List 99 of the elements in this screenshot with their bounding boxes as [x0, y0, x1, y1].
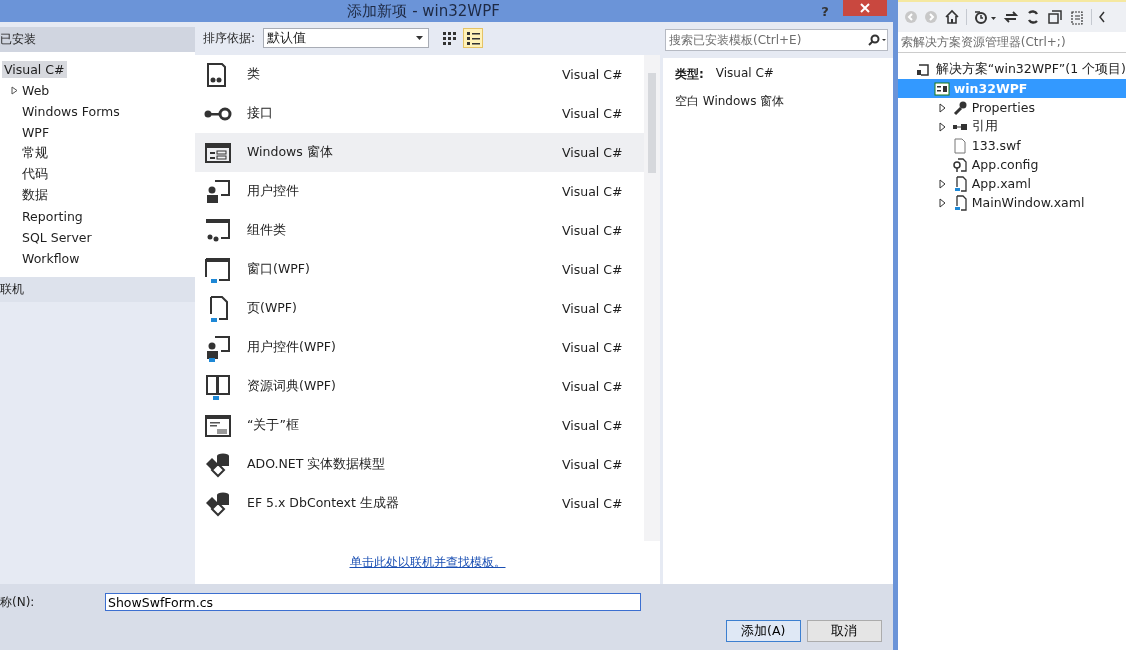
- section-header[interactable]: 联机: [0, 277, 195, 302]
- expand-arrow-icon[interactable]: [939, 197, 947, 208]
- file-icon: [951, 137, 968, 154]
- template-item[interactable]: 用户控件(WPF) Visual C#: [195, 328, 644, 367]
- template-description: 空白 Windows 窗体: [675, 93, 786, 110]
- template-name: 用户控件: [247, 183, 300, 200]
- cancel-button[interactable]: 取消: [806, 620, 882, 642]
- list-view-button[interactable]: [463, 28, 484, 48]
- tree-item-label: 引用: [971, 118, 998, 135]
- template-name: Windows 窗体: [247, 144, 334, 161]
- close-button[interactable]: [842, 0, 887, 16]
- collapse-all-icon[interactable]: [1046, 9, 1063, 25]
- csharp-project-icon: [933, 80, 950, 97]
- window-title: 添加新项 - win32WPF: [346, 1, 501, 21]
- template-item[interactable]: ADO.NET 实体数据模型 Visual C#: [195, 445, 644, 484]
- tree-item-label: 133.swf: [971, 138, 1021, 153]
- template-name: 接口: [247, 105, 274, 122]
- search-field[interactable]: 搜索已安装模板(Ctrl+E): [665, 28, 888, 51]
- close-icon: [858, 2, 871, 14]
- tree-item-label: Properties: [971, 100, 1035, 115]
- template-name: EF 5.x DbContext 生成器: [247, 495, 400, 512]
- config-file-icon: [951, 156, 968, 173]
- template-name: 组件类: [247, 222, 287, 239]
- template-item[interactable]: Windows 窗体 Visual C#: [195, 133, 644, 172]
- category-item[interactable]: 代码: [20, 165, 50, 184]
- template-language: Visual C#: [562, 67, 624, 82]
- template-language: Visual C#: [562, 106, 624, 121]
- template-language: Visual C#: [562, 418, 624, 433]
- wrench-icon: [951, 99, 968, 116]
- template-language: Visual C#: [562, 223, 624, 238]
- tree-item[interactable]: App.xaml: [897, 174, 1126, 193]
- online-templates-link[interactable]: 单击此处以联机并查找模板。: [349, 554, 506, 571]
- solution-icon: [915, 61, 932, 78]
- template-language: Visual C#: [562, 262, 624, 277]
- search-field[interactable]: 索解决方案资源管理器(Ctrl+;): [897, 32, 1126, 53]
- template-name: 用户控件(WPF): [247, 339, 337, 356]
- template-language: Visual C#: [562, 379, 624, 394]
- show-all-files-icon[interactable]: [1068, 9, 1085, 25]
- name-field[interactable]: ShowSwfForm.cs: [105, 593, 641, 611]
- template-name: ADO.NET 实体数据模型: [247, 456, 387, 473]
- name-label: 称(N):: [0, 593, 36, 611]
- tree-item-label: MainWindow.xaml: [971, 195, 1085, 210]
- template-item[interactable]: “关于”框 Visual C#: [195, 406, 644, 445]
- template-item[interactable]: EF 5.x DbContext 生成器 Visual C#: [195, 484, 644, 523]
- template-item[interactable]: 用户控件 Visual C#: [195, 172, 644, 211]
- expand-arrow-icon[interactable]: [939, 178, 947, 189]
- tree-item-label: win32WPF: [953, 81, 1028, 96]
- sync-icon[interactable]: [1002, 9, 1019, 25]
- template-item[interactable]: 窗口(WPF) Visual C#: [195, 250, 644, 289]
- type-label: 类型:: [675, 66, 704, 83]
- sort-dropdown[interactable]: 默认值: [263, 28, 430, 48]
- scrollbar[interactable]: [644, 55, 660, 541]
- category-item[interactable]: Workflow: [20, 250, 82, 267]
- tree-item-label: App.xaml: [971, 176, 1031, 191]
- category-item[interactable]: SQL Server: [20, 229, 94, 246]
- tree-item[interactable]: Properties: [897, 98, 1126, 117]
- template-language: Visual C#: [562, 145, 624, 160]
- template-item[interactable]: 类 Visual C#: [195, 55, 644, 94]
- tree-item[interactable]: 引用: [897, 117, 1126, 136]
- category-item[interactable]: Reporting: [20, 208, 85, 225]
- template-language: Visual C#: [562, 301, 624, 316]
- category-item[interactable]: 常规: [20, 144, 50, 163]
- template-name: “关于”框: [247, 417, 300, 434]
- tree-item[interactable]: MainWindow.xaml: [897, 193, 1126, 212]
- template-name: 页(WPF): [247, 300, 298, 317]
- expand-arrow-icon[interactable]: [939, 102, 947, 113]
- left-chevron-icon[interactable]: [1097, 10, 1106, 24]
- help-button[interactable]: ?: [807, 3, 843, 19]
- template-name: 类: [247, 66, 261, 83]
- template-language: Visual C#: [562, 184, 624, 199]
- sort-label: 排序依据:: [203, 29, 256, 47]
- dropdown-caret-icon: [416, 36, 424, 40]
- tree-item[interactable]: 133.swf: [897, 136, 1126, 155]
- type-value: Visual C#: [715, 66, 774, 82]
- tree-item[interactable]: 解决方案“win32WPF”(1 个项目): [897, 60, 1126, 79]
- template-name: 窗口(WPF): [247, 261, 311, 278]
- category-item[interactable]: Visual C#: [2, 61, 67, 78]
- template-language: Visual C#: [562, 496, 624, 511]
- template-name: 资源词典(WPF): [247, 378, 337, 395]
- expand-arrow-icon[interactable]: [939, 121, 947, 132]
- template-item[interactable]: 接口 Visual C#: [195, 94, 644, 133]
- category-item[interactable]: Web: [20, 82, 52, 99]
- tree-item[interactable]: App.config: [897, 155, 1126, 174]
- category-item[interactable]: WPF: [20, 124, 52, 141]
- history-icon[interactable]: [972, 9, 997, 25]
- template-language: Visual C#: [562, 340, 624, 355]
- expand-arrow-icon[interactable]: [10, 86, 18, 95]
- category-item[interactable]: Windows Forms: [20, 103, 122, 120]
- section-header[interactable]: 已安装: [0, 27, 195, 52]
- template-item[interactable]: 资源词典(WPF) Visual C#: [195, 367, 644, 406]
- template-language: Visual C#: [562, 457, 624, 472]
- template-item[interactable]: 页(WPF) Visual C#: [195, 289, 644, 328]
- search-icon[interactable]: [866, 33, 887, 46]
- add-button[interactable]: 添加(A): [725, 620, 801, 642]
- template-item[interactable]: 组件类 Visual C#: [195, 211, 644, 250]
- home-icon[interactable]: [943, 9, 960, 25]
- tree-item-label: App.config: [971, 157, 1039, 172]
- tree-item-label: 解决方案“win32WPF”(1 个项目): [935, 61, 1126, 78]
- category-item[interactable]: 数据: [20, 186, 50, 205]
